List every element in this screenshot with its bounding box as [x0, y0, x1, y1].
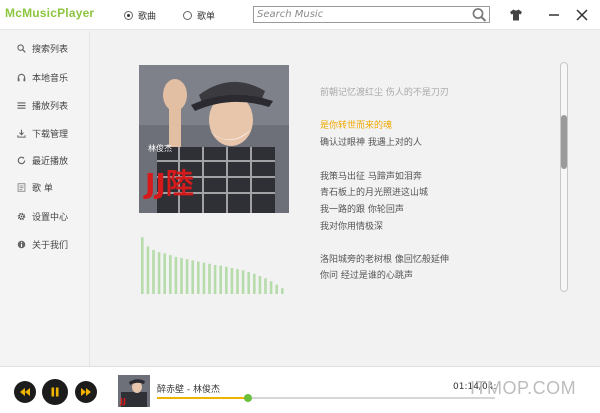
album-thumbnail[interactable]: JJ: [118, 375, 150, 407]
cover-title-text: JJ陸: [143, 167, 194, 200]
search-icon: [17, 43, 26, 53]
sidebar-item-settings[interactable]: 设置中心: [0, 203, 90, 229]
spectrum-bar: [236, 269, 239, 294]
sidebar-item-recent[interactable]: 最近播放: [0, 147, 90, 173]
mode-radio-song[interactable]: 歌曲: [124, 9, 156, 22]
spectrum-bar: [174, 256, 178, 294]
history-icon: [17, 156, 26, 164]
search-icon[interactable]: [471, 7, 488, 22]
sidebar-item-label: 歌 单: [32, 183, 53, 194]
spectrum-bar: [141, 237, 144, 294]
lyric-line: 你问 经过是谁的心跳声: [320, 271, 413, 281]
spectrum-bar: [213, 265, 217, 294]
cover-artist-text: 林俊杰: [148, 143, 172, 153]
player-bar: JJ 醉赤壁 - 林俊杰 01:14/04: ITMOP.COM: [0, 366, 600, 413]
sidebar-item-label: 搜索列表: [32, 44, 69, 55]
spectrum-bar: [157, 252, 161, 294]
playlist-icon: [17, 182, 26, 192]
spectrum-bar: [230, 267, 234, 294]
spectrum-bar: [152, 249, 155, 294]
radio-unselected-icon: [183, 11, 192, 20]
spectrum-bar: [264, 278, 267, 294]
album-cover: 林俊杰 JJ陸: [139, 65, 289, 213]
spectrum-bar: [258, 276, 262, 294]
watermark: ITMOP.COM: [470, 378, 577, 398]
sidebar-item-label: 播放列表: [32, 101, 69, 112]
spectrum-bar: [185, 259, 189, 294]
spectrum-bar: [191, 260, 194, 294]
pause-icon: [51, 387, 59, 397]
spectrum-bar: [163, 253, 166, 294]
headphones-icon: [17, 73, 26, 81]
search-box: [253, 6, 490, 23]
tshirt-icon[interactable]: [509, 8, 523, 22]
gear-icon: [17, 212, 26, 220]
spectrum-bar: [219, 265, 222, 294]
sidebar-item-label: 关于我们: [32, 240, 69, 251]
sidebar-item-songlist[interactable]: 歌 单: [0, 174, 90, 200]
pause-button[interactable]: [42, 379, 68, 405]
spectrum-bar: [180, 258, 183, 294]
spectrum-bar: [197, 261, 200, 294]
lyric-line: 前朝记忆渡红尘 伤人的不是刀刃: [320, 88, 449, 98]
mode-radio-label: 歌单: [197, 12, 216, 22]
sidebar: 搜索列表 本地音乐 播放列表 下载管理 最近播放 歌 单 设置中心 关于我们: [0, 31, 90, 366]
spectrum-bar: [241, 270, 245, 294]
title-bar: McMusicPlayer 歌曲 歌单: [0, 0, 600, 30]
sidebar-item-label: 设置中心: [32, 212, 69, 223]
spectrum-bar: [247, 272, 250, 294]
app-logo: McMusicPlayer: [5, 6, 95, 20]
spectrum-bar: [169, 255, 172, 294]
spectrum-bar: [202, 262, 206, 294]
info-icon: [17, 240, 26, 248]
progress-knob[interactable]: [244, 394, 253, 402]
sidebar-item-search-list[interactable]: 搜索列表: [0, 35, 90, 61]
sidebar-item-label: 最近播放: [32, 156, 69, 167]
spectrum-bar: [281, 288, 284, 294]
spectrum-bar: [208, 263, 211, 294]
close-icon[interactable]: [575, 8, 589, 22]
search-input[interactable]: [254, 7, 469, 22]
next-icon: [81, 388, 91, 396]
lyric-line-current: 是你转世而来的魂: [320, 121, 393, 131]
lyric-line: 确认过眼神 我遇上对的人: [320, 138, 422, 148]
previous-icon: [20, 388, 30, 396]
lyrics-scrollbar[interactable]: [560, 62, 568, 292]
spectrum-bar: [253, 273, 256, 294]
sidebar-item-downloads[interactable]: 下载管理: [0, 120, 90, 146]
spectrum-bar: [269, 281, 273, 294]
sidebar-item-local-music[interactable]: 本地音乐: [0, 64, 90, 90]
lyrics-scrollbar-thumb[interactable]: [561, 114, 567, 169]
sidebar-item-playlist[interactable]: 播放列表: [0, 92, 90, 118]
sidebar-item-about[interactable]: 关于我们: [0, 231, 90, 257]
next-button[interactable]: [75, 381, 97, 403]
sidebar-item-label: 下载管理: [32, 129, 69, 140]
progress-fill: [157, 397, 249, 399]
previous-button[interactable]: [14, 381, 36, 403]
track-title: 醉赤壁 - 林俊杰: [157, 385, 220, 395]
spectrum-bar: [225, 266, 228, 294]
audio-spectrum: [141, 237, 284, 294]
lyric-line: 我对你用情极深: [320, 222, 384, 232]
svg-text:JJ: JJ: [119, 397, 126, 406]
minimize-icon[interactable]: [548, 9, 560, 21]
lyric-line: 我策马出征 马蹄声如泪奔: [320, 172, 422, 182]
list-icon: [17, 101, 26, 109]
now-playing-panel: 林俊杰 JJ陸 前朝记忆渡红尘 伤人的不是刀刃 是你转世而来的魂 确认过眼神 我…: [91, 31, 600, 366]
download-icon: [17, 129, 26, 138]
mode-radio-playlist[interactable]: 歌单: [183, 9, 215, 22]
sidebar-item-label: 本地音乐: [32, 73, 69, 84]
spectrum-bar: [146, 246, 150, 294]
lyric-line: 我一路的跟 你轮回声: [320, 205, 404, 215]
lyric-line: 洛阳城旁的老树根 像回忆般延伸: [320, 255, 449, 265]
radio-selected-icon: [124, 11, 133, 20]
lyric-line: 青石板上的月光照进这山城: [320, 188, 429, 198]
mode-radio-label: 歌曲: [138, 12, 157, 22]
spectrum-bar: [275, 284, 278, 294]
progress-bar[interactable]: [157, 394, 495, 402]
